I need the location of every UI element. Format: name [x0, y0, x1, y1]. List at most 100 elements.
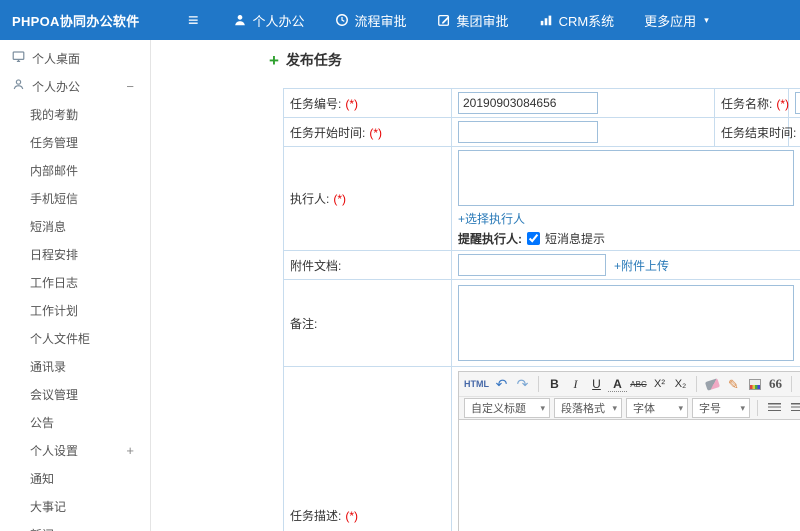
- sidebar-item-label: 会议管理: [30, 387, 79, 402]
- description-label-cell: 任务描述: (*): [283, 366, 452, 531]
- form-row-time: 任务开始时间:(*) 任务结束时间:(*): [283, 117, 800, 147]
- sidebar-group-personal-office[interactable]: 个人办公 −: [0, 72, 150, 100]
- nav-item-group-approval[interactable]: 集团审批: [437, 11, 509, 30]
- attachment-input[interactable]: [458, 254, 606, 276]
- paint-icon: [748, 378, 761, 390]
- description-label: 任务描述:: [290, 508, 342, 523]
- sidebar-item-notice[interactable]: 通知: [0, 464, 150, 492]
- nav-item-label: 流程审批: [354, 13, 407, 29]
- subscript-button[interactable]: X₂: [671, 375, 690, 394]
- align-left-button[interactable]: [768, 403, 781, 413]
- sidebar-item-short-message[interactable]: 短消息: [0, 212, 150, 240]
- font-family-select[interactable]: 字体 ▾: [626, 398, 688, 418]
- html-source-button[interactable]: HTML: [463, 375, 490, 394]
- end-time-label: 任务结束时间:: [721, 125, 797, 140]
- sms-remind-label: 短消息提示: [545, 232, 606, 246]
- heading-select[interactable]: 自定义标题 ▾: [464, 398, 550, 418]
- sidebar-item-label: 个人设置: [30, 443, 79, 458]
- align-center-button[interactable]: [791, 403, 800, 413]
- editor-content-area[interactable]: [459, 420, 800, 531]
- nav-item-label: 个人办公: [252, 13, 305, 29]
- format-painter-button[interactable]: ✎: [724, 375, 743, 394]
- sidebar-item-announcement[interactable]: 公告: [0, 408, 150, 436]
- sidebar-item-attendance[interactable]: 我的考勤: [0, 100, 150, 128]
- nav-item-crm[interactable]: CRM系统: [539, 11, 614, 30]
- task-name-input[interactable]: [795, 92, 800, 114]
- executor-textarea[interactable]: [458, 150, 794, 206]
- editor-toolbar-row-1: HTML ↶ ↷ B I U A ABC X² X₂ ✎ 66: [459, 372, 800, 396]
- bold-button[interactable]: B: [545, 375, 564, 394]
- remind-executor-line: 提醒执行人: 短消息提示: [458, 230, 800, 247]
- sidebar-item-label: 工作日志: [30, 275, 79, 290]
- choose-executor-link[interactable]: +选择执行人: [458, 212, 525, 226]
- sidebar-item-task-management[interactable]: 任务管理: [0, 128, 150, 156]
- undo-icon[interactable]: ↶: [492, 375, 511, 394]
- form-row-task-number: 任务编号:(*) 任务名称:(*): [283, 88, 800, 118]
- remind-executor-label: 提醒执行人:: [458, 232, 522, 246]
- nav-item-label: 集团审批: [456, 13, 509, 29]
- sidebar-item-label: 日程安排: [30, 247, 79, 262]
- nav-item-process-approval[interactable]: 流程审批: [335, 11, 407, 30]
- paragraph-format-select[interactable]: 段落格式 ▾: [554, 398, 622, 418]
- remove-format-button[interactable]: [703, 375, 722, 394]
- nav-item-label: 更多应用: [644, 13, 697, 29]
- sidebar-item-desktop[interactable]: 个人桌面: [0, 44, 150, 72]
- redo-icon[interactable]: ↷: [513, 375, 532, 394]
- font-size-select-value: 字号: [699, 403, 721, 415]
- end-time-label-cell: 任务结束时间:(*): [714, 117, 796, 147]
- sidebar-item-label: 个人文件柜: [30, 331, 91, 346]
- caret-down-icon: ▾: [740, 402, 745, 413]
- required-mark: (*): [776, 96, 790, 111]
- task-number-input[interactable]: [458, 92, 598, 114]
- collapse-toggle-icon[interactable]: −: [126, 79, 134, 94]
- sidebar-item-label: 手机短信: [30, 191, 79, 206]
- required-mark: (*): [333, 192, 347, 206]
- app-window: PHPOA协同办公软件 ≡ 个人办公 流程审批 集团审批 CRM系统 更多应用 …: [0, 0, 800, 531]
- sidebar-item-internal-mail[interactable]: 内部邮件: [0, 156, 150, 184]
- nav-item-more-apps[interactable]: 更多应用 ▾: [644, 11, 709, 30]
- sidebar-item-contacts[interactable]: 通讯录: [0, 352, 150, 380]
- caret-down-icon: ▾: [612, 402, 617, 413]
- sidebar-item-work-log[interactable]: 工作日志: [0, 268, 150, 296]
- underline-button[interactable]: U: [587, 375, 606, 394]
- executor-label: 执行人:: [290, 192, 330, 206]
- sidebar-item-sms[interactable]: 手机短信: [0, 184, 150, 212]
- expand-toggle-icon[interactable]: +: [126, 443, 134, 458]
- required-mark: (*): [345, 508, 359, 523]
- hamburger-menu-icon[interactable]: ≡: [188, 11, 199, 29]
- attachment-upload-link[interactable]: +附件上传: [614, 257, 669, 274]
- sidebar-item-meeting[interactable]: 会议管理: [0, 380, 150, 408]
- paragraph-select-value: 段落格式: [561, 403, 605, 415]
- form-row-executor: 执行人: (*) +选择执行人 提醒执行人: 短消息提示: [283, 146, 800, 251]
- app-logo[interactable]: PHPOA协同办公软件: [0, 11, 152, 30]
- choose-executor-line: +选择执行人: [458, 210, 800, 227]
- sidebar-item-label: 任务管理: [30, 135, 79, 150]
- main-area: + 发布任务 任务编号:(*) 任务名称:(*): [151, 40, 800, 531]
- blockquote-button[interactable]: 66: [766, 375, 785, 394]
- sidebar-item-work-plan[interactable]: 工作计划: [0, 296, 150, 324]
- page-body: 个人桌面 个人办公 − 我的考勤 任务管理 内部邮件 手机短信 短消息 日程安排…: [0, 40, 800, 531]
- sidebar-group-label: 个人办公: [32, 79, 81, 94]
- sms-remind-checkbox[interactable]: [527, 232, 540, 245]
- font-style-button[interactable]: A: [608, 376, 627, 392]
- font-family-select-value: 字体: [633, 403, 655, 415]
- remark-textarea[interactable]: [458, 285, 794, 361]
- sidebar-item-events[interactable]: 大事记: [0, 492, 150, 520]
- sidebar-item-schedule[interactable]: 日程安排: [0, 240, 150, 268]
- caret-down-icon: ▾: [704, 14, 709, 25]
- top-nav: 个人办公 流程审批 集团审批 CRM系统 更多应用 ▾: [233, 11, 709, 30]
- toolbar-separator: [696, 376, 697, 392]
- user-icon: [233, 13, 247, 27]
- sidebar-item-personal-settings[interactable]: 个人设置 +: [0, 436, 150, 464]
- sidebar-item-news[interactable]: 新闻: [0, 520, 150, 531]
- remark-label: 备注:: [290, 316, 318, 331]
- italic-button[interactable]: I: [566, 375, 585, 394]
- superscript-button[interactable]: X²: [650, 375, 669, 394]
- sidebar-item-label: 通讯录: [30, 359, 67, 374]
- font-size-select[interactable]: 字号 ▾: [692, 398, 750, 418]
- highlight-color-button[interactable]: [745, 375, 764, 394]
- strikethrough-button[interactable]: ABC: [629, 375, 648, 394]
- start-time-input[interactable]: [458, 121, 598, 143]
- sidebar-item-file-cabinet[interactable]: 个人文件柜: [0, 324, 150, 352]
- nav-item-personal-office[interactable]: 个人办公: [233, 11, 305, 30]
